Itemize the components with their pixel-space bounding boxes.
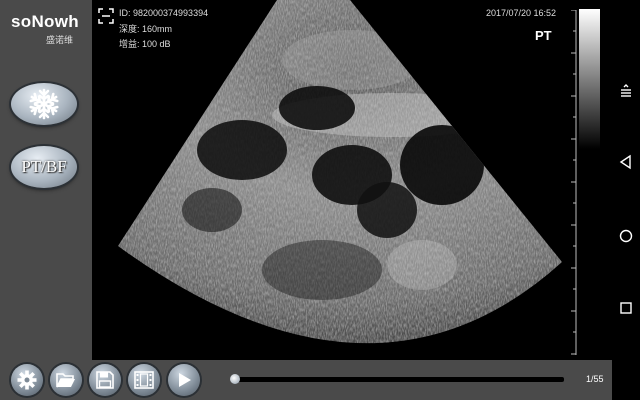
gain-readout: 增益: 100 dB xyxy=(119,39,171,49)
home-icon[interactable] xyxy=(618,228,634,244)
system-nav-bar xyxy=(612,0,640,400)
depth-readout: 深度: 160mm xyxy=(119,24,173,34)
mode-indicator: PT xyxy=(535,28,552,43)
pt-bf-toggle-button[interactable]: PT/BF xyxy=(11,146,77,188)
menu-icon[interactable] xyxy=(618,84,634,100)
back-icon[interactable] xyxy=(618,154,634,170)
recents-icon[interactable] xyxy=(618,300,634,316)
depth-ruler xyxy=(571,10,577,355)
frame-counter: 1/55 xyxy=(586,374,604,384)
floppy-disk-icon xyxy=(96,371,114,389)
save-button[interactable] xyxy=(89,364,121,396)
film-icon xyxy=(134,371,154,389)
ultrasound-sector-image xyxy=(118,0,562,344)
patient-id: ID: 982000374993394 xyxy=(119,8,209,18)
freeze-button[interactable] xyxy=(11,83,77,125)
playback-progress-track[interactable] xyxy=(234,377,564,382)
logo-subtitle: 盛诺维 xyxy=(46,35,74,45)
snowflake-icon xyxy=(28,88,60,120)
exam-datetime: 2017/07/20 16:52 xyxy=(486,8,557,18)
playback-progress-thumb[interactable] xyxy=(230,374,240,384)
brand-logo: soNowh 盛诺维 xyxy=(8,10,84,48)
play-button[interactable] xyxy=(168,364,200,396)
play-icon xyxy=(179,373,191,387)
cine-button[interactable] xyxy=(128,364,160,396)
pt-bf-label: PT/BF xyxy=(21,157,67,176)
ultrasound-image-area[interactable]: ID: 982000374993394 深度: 160mm 增益: 100 dB… xyxy=(92,0,612,360)
open-folder-button[interactable] xyxy=(50,364,82,396)
bottom-toolbar: 1/55 xyxy=(0,360,612,400)
gear-icon xyxy=(17,370,37,390)
focus-frame-icon xyxy=(98,8,114,24)
settings-button[interactable] xyxy=(11,364,43,396)
logo-text: soNowh xyxy=(11,12,79,31)
left-sidebar: soNowh 盛诺维 PT/BF xyxy=(0,0,92,360)
grayscale-bar xyxy=(579,9,600,149)
folder-icon xyxy=(56,373,75,388)
